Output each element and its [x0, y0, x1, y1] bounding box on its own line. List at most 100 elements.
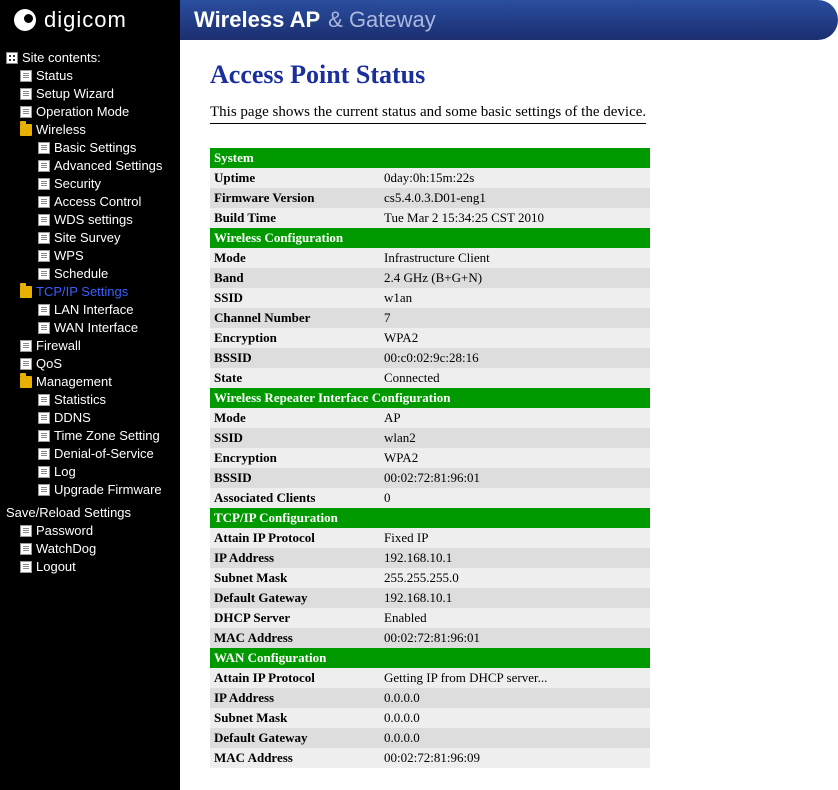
tree-item-row[interactable]: Wireless: [6, 121, 174, 139]
tree-item-link[interactable]: WDS settings: [54, 211, 133, 229]
table-value: 0day:0h:15m:22s: [380, 168, 650, 188]
tree-item[interactable]: Statistics: [6, 391, 174, 409]
tree-item[interactable]: LAN Interface: [6, 301, 174, 319]
tree-item-row[interactable]: DDNS: [6, 409, 174, 427]
tree-item-link[interactable]: DDNS: [54, 409, 91, 427]
tree-item-link[interactable]: QoS: [36, 355, 62, 373]
tree-item-row[interactable]: Setup Wizard: [6, 85, 174, 103]
tree-item[interactable]: WDS settings: [6, 211, 174, 229]
tree-item-row[interactable]: Statistics: [6, 391, 174, 409]
table-key: SSID: [210, 288, 380, 308]
tree-item[interactable]: Security: [6, 175, 174, 193]
tree-item-row[interactable]: Upgrade Firmware: [6, 481, 174, 499]
tree-item-row[interactable]: Firewall: [6, 337, 174, 355]
page-icon: [20, 106, 32, 118]
table-value: wlan2: [380, 428, 650, 448]
tree-item-link[interactable]: Advanced Settings: [54, 157, 162, 175]
tree-item[interactable]: Access Control: [6, 193, 174, 211]
tree-item[interactable]: Upgrade Firmware: [6, 481, 174, 499]
tree-item-link[interactable]: TCP/IP Settings: [36, 283, 128, 301]
tree-item-row[interactable]: WAN Interface: [6, 319, 174, 337]
tree-item-link[interactable]: Security: [54, 175, 101, 193]
tree-root2[interactable]: Save/Reload Settings: [6, 505, 174, 520]
tree-item-link[interactable]: Access Control: [54, 193, 141, 211]
table-row: DHCP ServerEnabled: [210, 608, 650, 628]
tree-item[interactable]: Setup Wizard: [6, 85, 174, 103]
tree-item[interactable]: Operation Mode: [6, 103, 174, 121]
tree-item-link[interactable]: Firewall: [36, 337, 81, 355]
tree-item-row[interactable]: LAN Interface: [6, 301, 174, 319]
tree-item-link[interactable]: Statistics: [54, 391, 106, 409]
tree-item-row[interactable]: Time Zone Setting: [6, 427, 174, 445]
table-row: Attain IP ProtocolFixed IP: [210, 528, 650, 548]
tree-item-link[interactable]: Log: [54, 463, 76, 481]
tree-item[interactable]: Basic Settings: [6, 139, 174, 157]
tree-item-row[interactable]: Schedule: [6, 265, 174, 283]
tree-item[interactable]: Time Zone Setting: [6, 427, 174, 445]
tree-item[interactable]: Wireless: [6, 121, 174, 139]
tree-item[interactable]: Logout: [6, 558, 174, 576]
tree-item-link[interactable]: Basic Settings: [54, 139, 136, 157]
tree-item[interactable]: Schedule: [6, 265, 174, 283]
tree-item-row[interactable]: TCP/IP Settings: [6, 283, 174, 301]
tree-item[interactable]: DDNS: [6, 409, 174, 427]
tree-item-link[interactable]: Setup Wizard: [36, 85, 114, 103]
tree-item-row[interactable]: Site Survey: [6, 229, 174, 247]
tree-item-link[interactable]: Logout: [36, 558, 76, 576]
tree-root[interactable]: Site contents:: [6, 50, 174, 65]
tree-item-row[interactable]: Basic Settings: [6, 139, 174, 157]
table-key: Band: [210, 268, 380, 288]
tree-item-link[interactable]: Password: [36, 522, 93, 540]
tree-item-link[interactable]: Wireless: [36, 121, 86, 139]
table-value: AP: [380, 408, 650, 428]
tree-item-row[interactable]: Password: [6, 522, 174, 540]
tree-item-link[interactable]: Upgrade Firmware: [54, 481, 162, 499]
tree-item-row[interactable]: Operation Mode: [6, 103, 174, 121]
page-icon: [20, 88, 32, 100]
tree-item[interactable]: Log: [6, 463, 174, 481]
tree-item[interactable]: Password: [6, 522, 174, 540]
tree-item-row[interactable]: Advanced Settings: [6, 157, 174, 175]
tree-item-link[interactable]: Site Survey: [54, 229, 120, 247]
tree-item[interactable]: Advanced Settings: [6, 157, 174, 175]
tree-item-row[interactable]: WPS: [6, 247, 174, 265]
table-key: Subnet Mask: [210, 708, 380, 728]
table-row: Attain IP ProtocolGetting IP from DHCP s…: [210, 668, 650, 688]
tree-item[interactable]: Firewall: [6, 337, 174, 355]
table-key: IP Address: [210, 548, 380, 568]
tree-item-link[interactable]: WatchDog: [36, 540, 96, 558]
tree-item[interactable]: WPS: [6, 247, 174, 265]
tree-item-row[interactable]: Log: [6, 463, 174, 481]
tree-item-row[interactable]: Security: [6, 175, 174, 193]
tree-item-link[interactable]: Operation Mode: [36, 103, 129, 121]
tree-item-link[interactable]: Management: [36, 373, 112, 391]
table-row: Uptime0day:0h:15m:22s: [210, 168, 650, 188]
table-key: SSID: [210, 428, 380, 448]
tree-item-row[interactable]: QoS: [6, 355, 174, 373]
tree-item-link[interactable]: WPS: [54, 247, 84, 265]
tree-item[interactable]: WAN Interface: [6, 319, 174, 337]
section-header: Wireless Configuration: [210, 228, 650, 248]
page-icon: [38, 322, 50, 334]
tree-item-link[interactable]: Denial-of-Service: [54, 445, 154, 463]
tree-item[interactable]: Site Survey: [6, 229, 174, 247]
tree-item[interactable]: QoS: [6, 355, 174, 373]
tree-item-link[interactable]: Time Zone Setting: [54, 427, 160, 445]
tree-item-link[interactable]: Status: [36, 67, 73, 85]
tree-item[interactable]: WatchDog: [6, 540, 174, 558]
tree-item-row[interactable]: Denial-of-Service: [6, 445, 174, 463]
page-icon: [38, 214, 50, 226]
tree-item-row[interactable]: Status: [6, 67, 174, 85]
tree-item-link[interactable]: LAN Interface: [54, 301, 134, 319]
tree-item[interactable]: Status: [6, 67, 174, 85]
tree-item[interactable]: Management: [6, 373, 174, 391]
tree-item-link[interactable]: WAN Interface: [54, 319, 138, 337]
tree-item[interactable]: Denial-of-Service: [6, 445, 174, 463]
tree-item-row[interactable]: Management: [6, 373, 174, 391]
tree-item-row[interactable]: WatchDog: [6, 540, 174, 558]
tree-item-row[interactable]: Logout: [6, 558, 174, 576]
tree-item-link[interactable]: Schedule: [54, 265, 108, 283]
tree-item-row[interactable]: Access Control: [6, 193, 174, 211]
tree-item[interactable]: TCP/IP Settings: [6, 283, 174, 301]
tree-item-row[interactable]: WDS settings: [6, 211, 174, 229]
